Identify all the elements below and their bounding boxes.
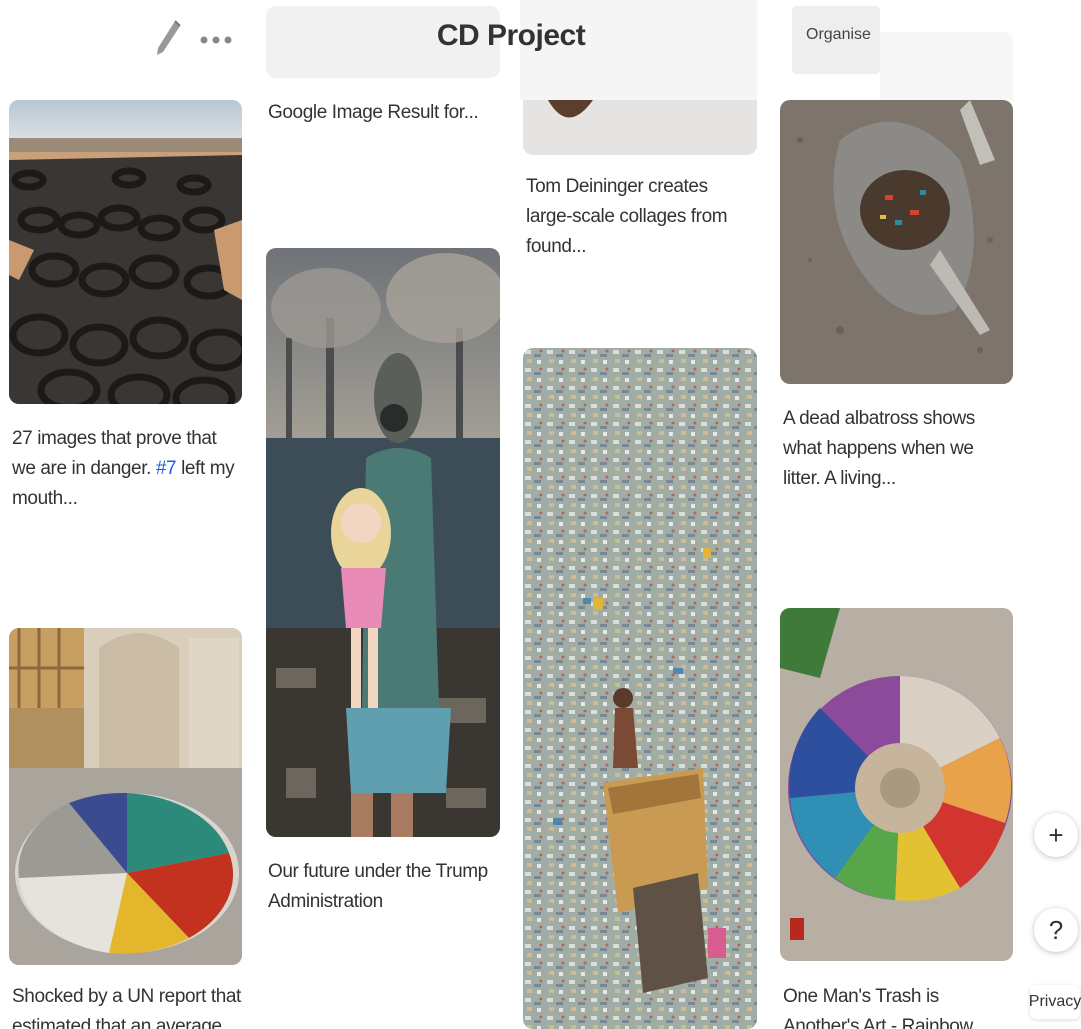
board-header: CD Project Organise bbox=[0, 0, 1081, 100]
more-horizontal-icon bbox=[200, 36, 232, 44]
board-title: CD Project bbox=[436, 19, 586, 52]
hashtag-link[interactable]: #7 bbox=[156, 458, 177, 479]
edit-board-button[interactable] bbox=[148, 18, 188, 58]
pin-caption[interactable]: Our future under the Trump Administratio… bbox=[268, 857, 498, 917]
add-button[interactable]: + bbox=[1034, 813, 1078, 857]
header-pane bbox=[880, 32, 1013, 100]
pin-caption[interactable]: Google Image Result for... bbox=[268, 98, 498, 128]
pin-image-warehouse[interactable] bbox=[9, 628, 242, 965]
pin-image-albatross[interactable] bbox=[780, 100, 1013, 384]
pin-image-rainbow-mandala[interactable] bbox=[780, 608, 1013, 961]
question-icon: ? bbox=[1048, 914, 1064, 945]
help-button[interactable]: ? bbox=[1034, 908, 1078, 952]
more-options-button[interactable] bbox=[196, 20, 236, 60]
pin-caption[interactable]: Tom Deininger creates large-scale collag… bbox=[526, 172, 756, 262]
privacy-link[interactable]: Privacy bbox=[1029, 985, 1081, 1019]
pin-caption[interactable]: A dead albatross shows what happens when… bbox=[783, 404, 1013, 494]
pin-image-gas-mask-child[interactable] bbox=[266, 248, 500, 837]
pin-caption[interactable]: Shocked by a UN report that estimated th… bbox=[12, 982, 242, 1029]
pin-image-plastic-river[interactable] bbox=[523, 348, 757, 1029]
plus-icon: + bbox=[1048, 819, 1064, 850]
pencil-icon bbox=[157, 20, 181, 55]
pin-caption[interactable]: One Man's Trash is Another's Art - Rainb… bbox=[783, 982, 1013, 1029]
pin-caption[interactable]: 27 images that prove that we are in dang… bbox=[12, 424, 242, 514]
organise-button[interactable]: Organise bbox=[792, 6, 880, 74]
pin-image-tires[interactable] bbox=[9, 100, 242, 404]
